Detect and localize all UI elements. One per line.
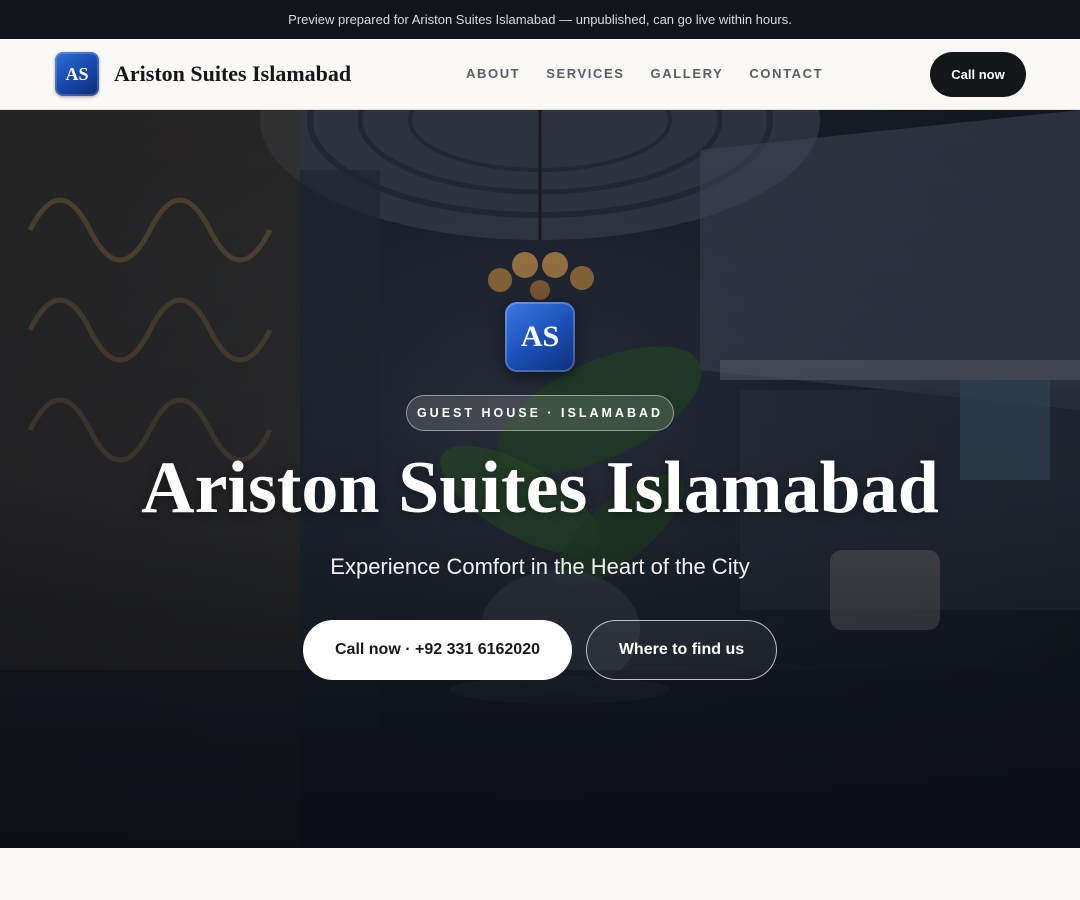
hero-location-button[interactable]: Where to find us bbox=[586, 620, 777, 680]
nav-contact[interactable]: CONTACT bbox=[749, 66, 823, 81]
hero-tag: GUEST HOUSE · ISLAMABAD bbox=[406, 395, 674, 431]
preview-banner-text: Preview prepared for Ariston Suites Isla… bbox=[288, 12, 792, 27]
hero-subtitle: Experience Comfort in the Heart of the C… bbox=[330, 554, 750, 579]
nav-about[interactable]: ABOUT bbox=[466, 66, 520, 81]
brand-name[interactable]: Ariston Suites Islamabad bbox=[114, 61, 351, 87]
hero-logo-badge: AS bbox=[505, 302, 575, 372]
hero-section: AS GUEST HOUSE · ISLAMABAD Ariston Suite… bbox=[0, 110, 1080, 848]
hero-call-button[interactable]: Call now · +92 331 6162020 bbox=[303, 620, 572, 680]
site-header: AS Ariston Suites Islamabad ABOUT SERVIC… bbox=[0, 39, 1080, 110]
nav-gallery[interactable]: GALLERY bbox=[651, 66, 724, 81]
hero-title: Ariston Suites Islamabad bbox=[141, 447, 939, 529]
nav-services[interactable]: SERVICES bbox=[546, 66, 624, 81]
logo-badge[interactable]: AS bbox=[55, 52, 99, 96]
preview-banner: Preview prepared for Ariston Suites Isla… bbox=[0, 0, 1080, 39]
main-nav: ABOUT SERVICES GALLERY CONTACT bbox=[466, 66, 823, 81]
header-call-button[interactable]: Call now bbox=[930, 52, 1026, 97]
